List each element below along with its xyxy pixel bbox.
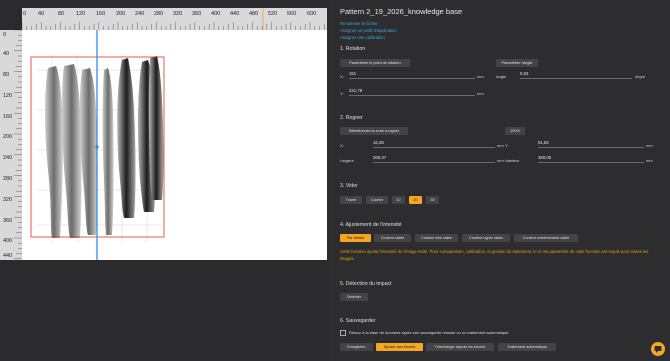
top-ruler-label: 320 — [173, 11, 183, 17]
top-ruler-label: 160 — [96, 11, 106, 17]
auto-processing-button[interactable]: Traitement automatique — [498, 343, 556, 351]
left-ruler: 0 40 80 120 160 200 240 280 320 360 400 … — [0, 30, 22, 260]
intensity-very-light-button[interactable]: Couleur très claire — [415, 234, 458, 242]
return-to-database-checkbox[interactable] — [340, 330, 346, 336]
intensity-light-button[interactable]: Couleur claire — [374, 234, 411, 242]
crop-width-label: Largeur — [340, 158, 354, 163]
crop-height-label: Hauteur — [505, 158, 520, 163]
left-ruler-label: 360 — [3, 218, 13, 224]
select-crop-area-button[interactable]: Sélectionnez la zone à rogner — [340, 127, 408, 135]
top-ruler-label: 280 — [154, 11, 164, 17]
left-ruler-ticks — [14, 30, 22, 260]
image-editor-pane: 0 40 80 120 160 200 240 280 320 360 400 … — [0, 0, 330, 361]
chat-support-button[interactable] — [651, 342, 665, 356]
angle-input[interactable]: 0,63 — [520, 71, 632, 79]
pattern-strip — [79, 68, 98, 235]
rotation-y-unit: mm — [477, 91, 484, 96]
rotation-x-input[interactable]: 151 — [349, 71, 475, 79]
intensity-note: Cette fonction ajuste l'intensité de l'i… — [340, 249, 649, 261]
empty-heading: 3. Vider — [340, 183, 358, 189]
left-ruler-label: 40 — [3, 51, 10, 57]
crop-height-unit: mm — [646, 158, 653, 163]
add-to-favorites-button[interactable]: Ajouter aux favoris — [376, 343, 423, 351]
chat-icon — [654, 346, 662, 353]
top-ruler-label: 240 — [135, 11, 145, 17]
zoom-100-button[interactable]: 100% — [505, 127, 525, 135]
intensity-hyper-light-button[interactable]: Couleur hyper claire — [462, 234, 510, 242]
intensity-extreme-light-button[interactable]: Couleur extrêmement claire — [514, 234, 578, 242]
pattern-strip — [148, 56, 164, 200]
left-ruler-label: 0 — [3, 32, 7, 38]
top-ruler-label: 80 — [58, 11, 65, 17]
top-ruler-label: 480 — [249, 11, 259, 17]
crop-y-unit: mm — [646, 143, 653, 148]
save-button[interactable]: Enregistrer — [340, 343, 373, 351]
assign-calibration-link[interactable]: Assigner une calibration — [340, 35, 385, 40]
crop-x-label: X: — [340, 143, 344, 148]
crop-x-unit: mm — [497, 143, 504, 148]
top-ruler-label: 0 — [23, 11, 27, 17]
top-ruler-label: 560 — [287, 11, 297, 17]
left-ruler-label: 400 — [3, 238, 13, 244]
crop-width-input[interactable]: 269,37 — [373, 155, 495, 163]
left-ruler-label: 80 — [3, 72, 10, 78]
top-ruler-label: 40 — [38, 11, 45, 17]
size-30-button[interactable]: 30 — [426, 196, 439, 204]
rotation-y-label: Y: — [340, 91, 344, 96]
return-to-database-label: Retour à la base de données après une sa… — [349, 330, 509, 335]
left-ruler-label: 200 — [3, 134, 13, 140]
size-20-button[interactable]: 20 — [409, 196, 422, 204]
crop-width-unit: mm — [497, 158, 504, 163]
crop-height-input[interactable]: 360,05 — [538, 155, 644, 163]
scanned-pattern-image — [30, 30, 165, 260]
guide-handle[interactable] — [95, 145, 99, 149]
detect-button[interactable]: Détecter — [340, 293, 368, 301]
image-canvas[interactable] — [22, 30, 327, 260]
top-ruler-label: 360 — [192, 11, 202, 17]
left-ruler-label: 160 — [3, 114, 13, 120]
rename-file-link[interactable]: Renommer le fichier — [340, 21, 377, 26]
rotation-y-input[interactable]: 231,78 — [349, 88, 475, 96]
pattern-strip — [45, 66, 63, 238]
top-ruler-label: 520 — [268, 11, 278, 17]
hide-button[interactable]: Cacher — [366, 196, 388, 204]
size-10-button[interactable]: 10 — [392, 196, 405, 204]
set-angle-button[interactable]: Paramêtrer l'angle — [496, 59, 538, 67]
crop-y-input[interactable]: 51,82 — [538, 140, 644, 148]
intensity-default-button[interactable]: Par défaut — [340, 234, 371, 242]
rotation-heading: 1. Rotation — [340, 46, 366, 52]
top-ruler-label: 400 — [211, 11, 221, 17]
intensity-heading: 4. Ajustement de l'intensité — [340, 222, 402, 228]
top-ruler: 0 40 80 120 160 200 240 280 320 360 400 … — [22, 8, 327, 30]
trace-button[interactable]: Tracer — [340, 196, 362, 204]
left-ruler-label: 320 — [3, 197, 13, 203]
top-ruler-label: 200 — [116, 11, 126, 17]
left-ruler-label: 280 — [3, 176, 13, 182]
pattern-strip — [117, 58, 136, 218]
pattern-strip — [102, 68, 114, 235]
rotation-x-unit: mm — [477, 74, 484, 79]
crop-y-label: Y: — [505, 143, 509, 148]
top-ruler-label: 600 — [307, 11, 317, 17]
pattern-strip — [61, 64, 82, 238]
crop-heading: 2. Rogner — [340, 115, 363, 121]
download-from-favorites-button[interactable]: Télécharger depuis les favoris — [426, 343, 494, 351]
left-ruler-label: 440 — [3, 253, 13, 259]
top-ruler-label: 440 — [230, 11, 240, 17]
set-rotation-point-button[interactable]: Paramêtrer le point de rotation — [340, 59, 410, 67]
page-title: Pattern 2_19_2026_knowledge base — [340, 7, 463, 16]
save-heading: 6. Sauvegarder — [340, 318, 376, 324]
left-ruler-label: 240 — [3, 155, 13, 161]
angle-unit: degré — [635, 74, 646, 79]
rotation-x-label: X: — [340, 74, 344, 79]
left-ruler-label: 120 — [3, 93, 13, 99]
crop-x-input[interactable]: 16,38 — [373, 140, 495, 148]
detect-heading: 5. Détection du impact — [340, 281, 392, 287]
angle-label: Angle — [496, 74, 507, 79]
top-ruler-label: 120 — [76, 11, 86, 17]
assign-profile-link[interactable]: Assigner un profil d'application — [340, 28, 397, 33]
settings-panel: Pattern 2_19_2026_knowledge base Renomme… — [333, 0, 670, 361]
